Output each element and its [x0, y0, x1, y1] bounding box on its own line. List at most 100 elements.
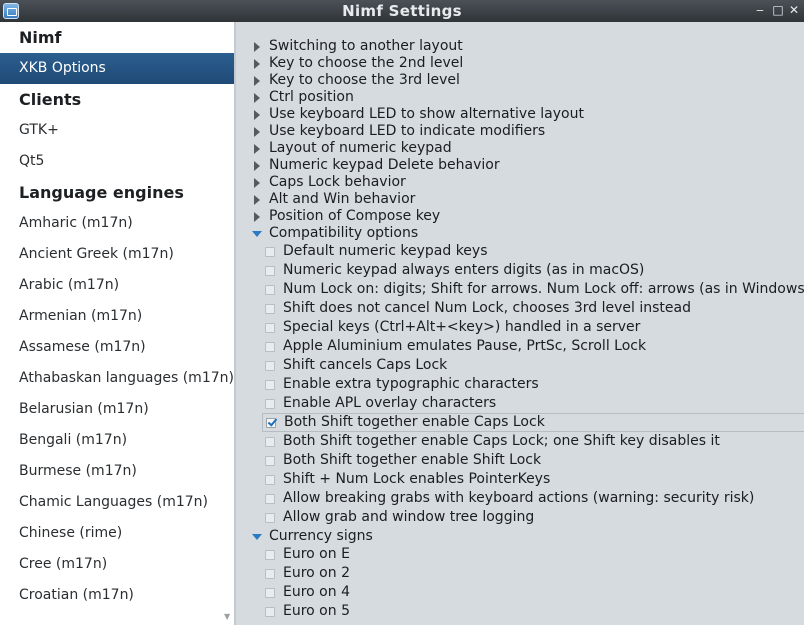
sidebar-item-arabic-m17n[interactable]: Arabic (m17n): [0, 270, 234, 301]
option-euro-on-2[interactable]: Euro on 2: [236, 565, 804, 582]
option-both-shift-together-enable-shift-lock[interactable]: Both Shift together enable Shift Lock: [236, 452, 804, 469]
option-enable-apl-overlay-characters[interactable]: Enable APL overlay characters: [236, 395, 804, 412]
title-bar[interactable]: Nimf Settings ‒ □ ✕: [0, 0, 804, 22]
sidebar-item-belarusian-m17n[interactable]: Belarusian (m17n): [0, 394, 234, 425]
sidebar-item-bengali-m17n[interactable]: Bengali (m17n): [0, 425, 234, 456]
checkbox[interactable]: [265, 569, 275, 579]
option-allow-breaking-grabs-with-keyboard-actio[interactable]: Allow breaking grabs with keyboard actio…: [236, 490, 804, 507]
category-label: Currency signs: [269, 528, 373, 544]
option-enable-extra-typographic-characters[interactable]: Enable extra typographic characters: [236, 376, 804, 393]
category-alt-and-win-behavior[interactable]: Alt and Win behavior: [236, 191, 804, 208]
category-ctrl-position[interactable]: Ctrl position: [236, 89, 804, 106]
checkbox[interactable]: [265, 588, 275, 598]
checkbox-checked[interactable]: [266, 418, 276, 428]
checkbox[interactable]: [265, 380, 275, 390]
expander-closed-icon[interactable]: [254, 76, 260, 86]
option-default-numeric-keypad-keys[interactable]: Default numeric keypad keys: [236, 243, 804, 260]
expander-closed-icon[interactable]: [254, 59, 260, 69]
category-label: Compatibility options: [269, 225, 419, 241]
checkbox[interactable]: [265, 475, 275, 485]
checkbox[interactable]: [265, 494, 275, 504]
option-label: Euro on 5: [283, 603, 350, 619]
checkbox[interactable]: [265, 304, 275, 314]
option-label: Allow grab and window tree logging: [283, 509, 535, 525]
checkbox[interactable]: [265, 323, 275, 333]
option-label: Both Shift together enable Shift Lock: [283, 452, 542, 468]
checkbox[interactable]: [265, 399, 275, 409]
option-label: Euro on E: [283, 546, 350, 562]
expander-open-icon[interactable]: [252, 534, 262, 540]
category-compatibility-options[interactable]: Compatibility options: [236, 225, 804, 242]
option-both-shift-together-enable-caps-lock[interactable]: Both Shift together enable Caps Lock: [262, 413, 804, 432]
category-label: Caps Lock behavior: [269, 174, 406, 190]
option-allow-grab-and-window-tree-logging[interactable]: Allow grab and window tree logging: [236, 509, 804, 526]
expander-closed-icon[interactable]: [254, 178, 260, 188]
sidebar-item-xkb-options[interactable]: XKB Options: [0, 53, 234, 84]
checkbox[interactable]: [265, 266, 275, 276]
category-use-keyboard-led-to-indicate-modifiers[interactable]: Use keyboard LED to indicate modifiers: [236, 123, 804, 140]
expander-closed-icon[interactable]: [254, 127, 260, 137]
checkbox[interactable]: [265, 607, 275, 617]
option-both-shift-together-enable-caps-lock-one[interactable]: Both Shift together enable Caps Lock; on…: [236, 433, 804, 450]
sidebar-item-chinese-rime[interactable]: Chinese (rime): [0, 518, 234, 549]
category-label: Position of Compose key: [269, 208, 441, 224]
expander-closed-icon[interactable]: [254, 212, 260, 222]
expander-closed-icon[interactable]: [254, 110, 260, 120]
option-shift-does-not-cancel-num-lock-chooses-3[interactable]: Shift does not cancel Num Lock, chooses …: [236, 300, 804, 317]
sidebar-item-armenian-m17n[interactable]: Armenian (m17n): [0, 301, 234, 332]
sidebar-item-burmese-m17n[interactable]: Burmese (m17n): [0, 456, 234, 487]
option-label: Euro on 2: [283, 565, 350, 581]
category-caps-lock-behavior[interactable]: Caps Lock behavior: [236, 174, 804, 191]
option-special-keys-ctrl-alt-key-handled-in-a-s[interactable]: Special keys (Ctrl+Alt+<key>) handled in…: [236, 319, 804, 336]
option-label: Both Shift together enable Caps Lock; on…: [283, 433, 720, 449]
category-layout-of-numeric-keypad[interactable]: Layout of numeric keypad: [236, 140, 804, 157]
category-label: Layout of numeric keypad: [269, 140, 452, 156]
sidebar-item-ancient-greek-m17n[interactable]: Ancient Greek (m17n): [0, 239, 234, 270]
sidebar-item-gtk[interactable]: GTK+: [0, 115, 234, 146]
option-num-lock-on-digits-shift-for-arrows-num-[interactable]: Num Lock on: digits; Shift for arrows. N…: [236, 281, 804, 298]
option-euro-on-4[interactable]: Euro on 4: [236, 584, 804, 601]
sidebar-section-clients: Clients: [19, 90, 82, 109]
category-position-of-compose-key[interactable]: Position of Compose key: [236, 208, 804, 225]
checkbox[interactable]: [265, 456, 275, 466]
minimize-icon[interactable]: ‒: [752, 2, 768, 18]
expander-closed-icon[interactable]: [254, 161, 260, 171]
category-use-keyboard-led-to-show-alternative-lay[interactable]: Use keyboard LED to show alternative lay…: [236, 106, 804, 123]
sidebar-item-cree-m17n[interactable]: Cree (m17n): [0, 549, 234, 580]
maximize-icon[interactable]: □: [770, 2, 786, 18]
expander-closed-icon[interactable]: [254, 93, 260, 103]
option-euro-on-5[interactable]: Euro on 5: [236, 603, 804, 620]
window-title: Nimf Settings: [342, 2, 462, 20]
category-key-to-choose-the-2nd-level[interactable]: Key to choose the 2nd level: [236, 55, 804, 72]
sidebar-item-chamic-languages-m17n[interactable]: Chamic Languages (m17n): [0, 487, 234, 518]
checkbox[interactable]: [265, 342, 275, 352]
option-euro-on-e[interactable]: Euro on E: [236, 546, 804, 563]
expander-closed-icon[interactable]: [254, 195, 260, 205]
expander-open-icon[interactable]: [252, 231, 262, 237]
sidebar-item-croatian-m17n[interactable]: Croatian (m17n): [0, 580, 234, 611]
expander-closed-icon[interactable]: [254, 42, 260, 52]
sidebar-item-athabaskan-languages-m17n[interactable]: Athabaskan languages (m17n): [0, 363, 234, 394]
checkbox[interactable]: [265, 513, 275, 523]
option-label: Both Shift together enable Caps Lock: [284, 414, 545, 430]
category-key-to-choose-the-3rd-level[interactable]: Key to choose the 3rd level: [236, 72, 804, 89]
option-numeric-keypad-always-enters-digits-as-i[interactable]: Numeric keypad always enters digits (as …: [236, 262, 804, 279]
checkbox[interactable]: [265, 247, 275, 257]
category-label: Ctrl position: [269, 89, 354, 105]
category-numeric-keypad-delete-behavior[interactable]: Numeric keypad Delete behavior: [236, 157, 804, 174]
option-shift-cancels-caps-lock[interactable]: Shift cancels Caps Lock: [236, 357, 804, 374]
category-switching-to-another-layout[interactable]: Switching to another layout: [236, 38, 804, 55]
checkbox[interactable]: [265, 361, 275, 371]
close-icon[interactable]: ✕: [786, 2, 802, 18]
checkbox[interactable]: [265, 437, 275, 447]
option-apple-aluminium-emulates-pause-prtsc-scr[interactable]: Apple Aluminium emulates Pause, PrtSc, S…: [236, 338, 804, 355]
checkbox[interactable]: [265, 285, 275, 295]
sidebar-item-assamese-m17n[interactable]: Assamese (m17n): [0, 332, 234, 363]
checkbox[interactable]: [265, 550, 275, 560]
sidebar-item-amharic-m17n[interactable]: Amharic (m17n): [0, 208, 234, 239]
sidebar-item-qt5[interactable]: Qt5: [0, 146, 234, 177]
category-currency-signs[interactable]: Currency signs: [236, 528, 804, 545]
expander-closed-icon[interactable]: [254, 144, 260, 154]
option-shift-num-lock-enables-pointerkeys[interactable]: Shift + Num Lock enables PointerKeys: [236, 471, 804, 488]
sidebar-scroll-down-icon[interactable]: ▼: [224, 612, 232, 622]
